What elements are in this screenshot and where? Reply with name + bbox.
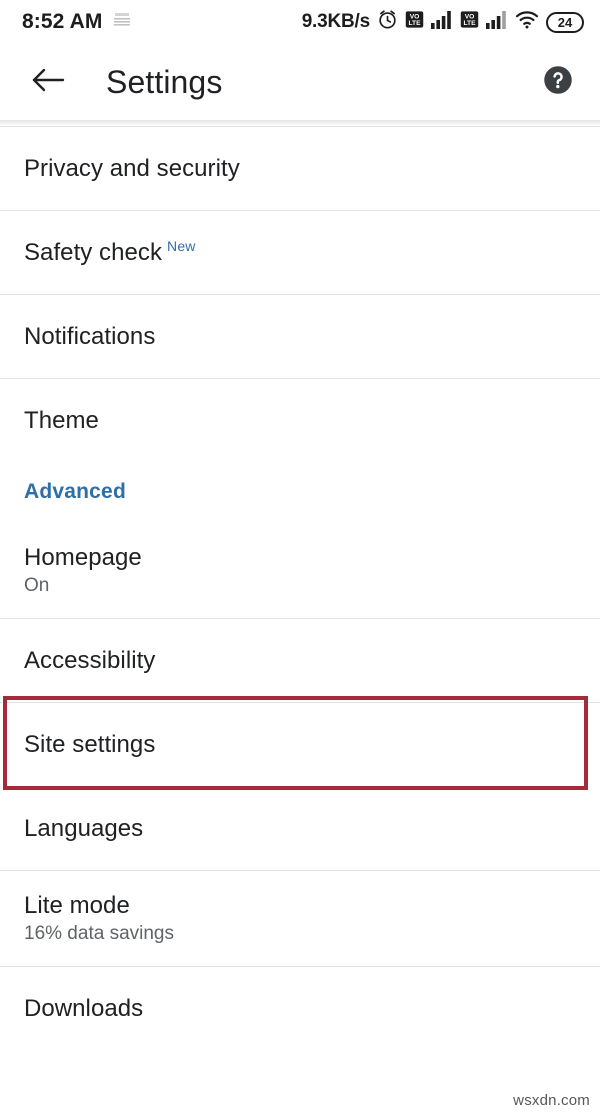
settings-item-label: Privacy and security (24, 154, 240, 182)
settings-list: Privacy and security Safety check New Not… (0, 126, 600, 1050)
sim-card-icon (112, 11, 132, 34)
settings-item-label: Safety check (24, 239, 163, 267)
signal-bars-sim2-icon (486, 10, 508, 34)
settings-item-label: Theme (24, 406, 99, 434)
watermark: wsxdn.com (513, 1092, 590, 1109)
volte-sim1-icon: VO LTE (405, 10, 424, 34)
alarm-clock-icon (377, 9, 398, 35)
app-toolbar: Settings (0, 44, 600, 120)
settings-item-label: Homepage (24, 543, 142, 571)
settings-item-lite-mode[interactable]: Lite mode 16% data savings (0, 870, 600, 966)
settings-item-label-wrapper: Safety check New (24, 238, 576, 267)
status-bar: 8:52 AM 9.3KB/s VO LTE VO LTE 24 (0, 0, 600, 44)
back-button[interactable] (28, 62, 68, 102)
back-arrow-icon (31, 65, 65, 100)
settings-item-label: Accessibility (24, 646, 156, 674)
settings-item-label: Downloads (24, 994, 144, 1022)
settings-item-theme[interactable]: Theme (0, 378, 600, 462)
network-speed-text: 9.3KB/s (301, 11, 371, 32)
settings-item-homepage[interactable]: Homepage On (0, 522, 600, 618)
status-bar-left: 8:52 AM (22, 10, 132, 34)
settings-item-notifications[interactable]: Notifications (0, 294, 600, 378)
signal-bars-sim1-icon (431, 10, 453, 34)
status-clock: 8:52 AM (22, 10, 103, 33)
wifi-icon (515, 10, 539, 34)
settings-item-label: Site settings (24, 730, 156, 758)
status-bar-right: 9.3KB/s VO LTE VO LTE 24 (302, 9, 584, 35)
svg-text:LTE: LTE (463, 20, 476, 27)
svg-text:LTE: LTE (408, 20, 421, 27)
settings-item-subtitle: 16% data savings (24, 923, 174, 945)
settings-item-subtitle: On (24, 575, 50, 597)
help-button[interactable] (536, 60, 580, 104)
settings-item-label: Languages (24, 814, 144, 842)
settings-item-label: Lite mode (24, 891, 130, 919)
settings-item-site-settings[interactable]: Site settings (0, 702, 600, 786)
settings-item-privacy-and-security[interactable]: Privacy and security (0, 126, 600, 210)
settings-item-safety-check[interactable]: Safety check New (0, 210, 600, 294)
help-circle-icon (543, 65, 573, 100)
settings-item-languages[interactable]: Languages (0, 786, 600, 870)
settings-item-label: Notifications (24, 322, 156, 350)
page-title: Settings (106, 64, 223, 100)
settings-item-accessibility[interactable]: Accessibility (0, 618, 600, 702)
section-header-advanced: Advanced (0, 462, 600, 522)
battery-indicator: 24 (546, 11, 584, 33)
new-badge: New (167, 238, 196, 255)
volte-sim2-icon: VO LTE (460, 10, 479, 34)
settings-item-downloads[interactable]: Downloads (0, 966, 600, 1050)
